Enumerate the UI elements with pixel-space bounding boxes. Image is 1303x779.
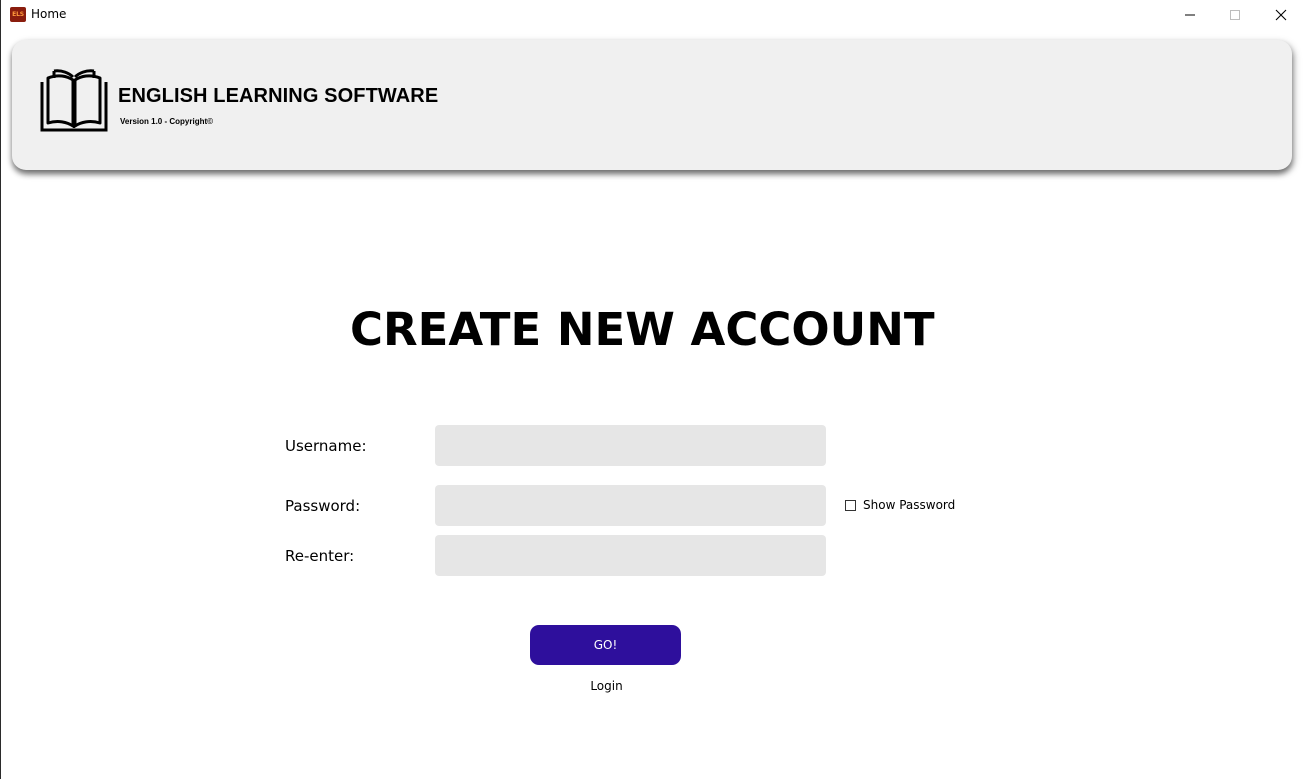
app-window: ELS Home ENGLISH LEARNING SOFTWARE Versi… (0, 0, 1303, 779)
username-label: Username: (285, 437, 367, 455)
checkbox-box[interactable] (845, 499, 856, 511)
app-icon: ELS (10, 7, 26, 22)
title-bar: ELS Home (1, 0, 1303, 29)
username-input[interactable] (435, 425, 826, 466)
maximize-button[interactable] (1212, 0, 1258, 29)
close-button[interactable] (1258, 0, 1303, 29)
minimize-button[interactable] (1167, 0, 1213, 29)
maximize-icon (1230, 9, 1240, 20)
app-version: Version 1.0 - Copyright© (120, 117, 214, 126)
open-book-icon (40, 69, 108, 132)
reenter-password-input[interactable] (435, 535, 826, 576)
password-input[interactable] (435, 485, 826, 526)
login-link[interactable]: Login (530, 679, 683, 693)
show-password-checkbox[interactable]: Show Password (845, 498, 955, 512)
minimize-icon (1185, 14, 1195, 15)
close-icon (1275, 9, 1287, 20)
password-label: Password: (285, 497, 361, 515)
reenter-label: Re-enter: (285, 547, 355, 565)
go-button[interactable]: GO! (530, 625, 681, 665)
app-header: ENGLISH LEARNING SOFTWARE Version 1.0 - … (12, 40, 1292, 170)
page-title: CREATE NEW ACCOUNT (350, 303, 935, 356)
window-title: Home (31, 7, 67, 21)
app-name: ENGLISH LEARNING SOFTWARE (118, 85, 439, 107)
show-password-label: Show Password (863, 498, 956, 512)
